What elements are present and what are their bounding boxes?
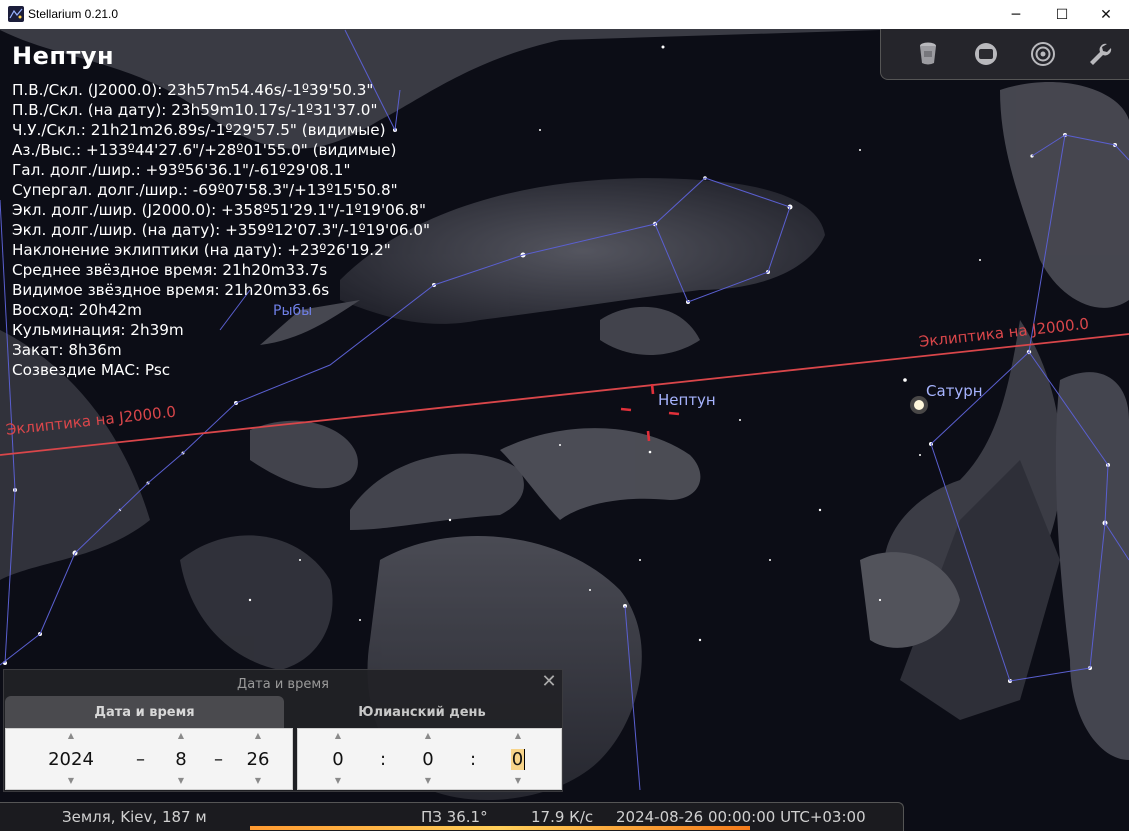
info-radec-date: П.В./Скл. (на дату): 23h59m10.17s/-1º31'… bbox=[12, 101, 378, 119]
tab-julian-day[interactable]: Юлианский день bbox=[284, 696, 560, 728]
second-down-arrow-icon[interactable]: ▼ bbox=[498, 776, 538, 785]
month-up-arrow-icon[interactable]: ▲ bbox=[161, 731, 201, 740]
month-value: 8 bbox=[175, 749, 187, 770]
info-galactic: Гал. долг./шир.: +93º56'36.1"/-61º29'08.… bbox=[12, 161, 351, 179]
object-info-panel: Нептун П.В./Скл. (J2000.0): 23h57m54.46s… bbox=[12, 42, 430, 380]
time-fields: ▲ 0 ▼ : ▲ 0 ▼ : ▲ 0 ▼ bbox=[297, 728, 562, 790]
hour-up-arrow-icon[interactable]: ▲ bbox=[318, 731, 358, 740]
info-obliquity: Наклонение эклиптики (на дату): +23º26'1… bbox=[12, 241, 391, 259]
datetime-dialog-title: Дата и время bbox=[237, 677, 329, 692]
second-up-arrow-icon[interactable]: ▲ bbox=[498, 731, 538, 740]
second-value-text[interactable]: 0 bbox=[510, 749, 526, 770]
top-toolbar bbox=[880, 29, 1129, 80]
hour-spinner[interactable]: ▲ 0 ▼ bbox=[318, 729, 358, 789]
info-supergalactic: Супергал. долг./шир.: -69º07'58.3"/+13º1… bbox=[12, 181, 398, 199]
tab-date-time[interactable]: Дата и время bbox=[5, 696, 284, 728]
hour-value: 0 bbox=[332, 749, 344, 770]
date-separator: – bbox=[214, 749, 223, 770]
info-mean-sidereal: Среднее звёздное время: 21h20m33.7s bbox=[12, 261, 328, 279]
neptune-label[interactable]: Нептун bbox=[658, 391, 716, 409]
object-name: Нептун bbox=[12, 42, 115, 70]
month-down-arrow-icon[interactable]: ▼ bbox=[161, 776, 201, 785]
wrench-icon[interactable] bbox=[1085, 39, 1115, 69]
saturn-label[interactable]: Сатурн bbox=[926, 382, 983, 400]
day-spinner[interactable]: ▲ 26 ▼ bbox=[238, 729, 278, 789]
date-separator: – bbox=[136, 749, 145, 770]
year-down-arrow-icon[interactable]: ▼ bbox=[26, 776, 116, 785]
year-spinner[interactable]: ▲ 2024 ▼ bbox=[26, 729, 116, 789]
info-ecliptic-date: Экл. долг./шир. (на дату): +359º12'07.3"… bbox=[12, 221, 431, 239]
status-datetime[interactable]: 2024-08-26 00:00:00 UTC+03:00 bbox=[616, 808, 866, 826]
info-radec-j2000: П.В./Скл. (J2000.0): 23h57m54.46s/-1º39'… bbox=[12, 81, 374, 99]
info-azalt: Аз./Выс.: +133º44'27.6"/+28º01'55.0" (ви… bbox=[12, 141, 397, 159]
stellarium-app-icon bbox=[8, 6, 24, 22]
minute-spinner[interactable]: ▲ 0 ▼ bbox=[408, 729, 448, 789]
year-up-arrow-icon[interactable]: ▲ bbox=[26, 731, 116, 740]
info-constellation: Созвездие МАС: Psc bbox=[12, 361, 171, 379]
info-ecliptic-j2000: Экл. долг./шир. (J2000.0): +358º51'29.1"… bbox=[12, 201, 426, 219]
year-value: 2024 bbox=[48, 749, 94, 770]
status-location[interactable]: Земля, Kiev, 187 м bbox=[62, 808, 207, 826]
minute-down-arrow-icon[interactable]: ▼ bbox=[408, 776, 448, 785]
day-up-arrow-icon[interactable]: ▲ bbox=[238, 731, 278, 740]
telescope-icon[interactable] bbox=[913, 39, 943, 69]
time-separator: : bbox=[380, 749, 387, 770]
window-titlebar: Stellarium 0.21.0 ─ ☐ ✕ bbox=[0, 0, 1129, 29]
screen-icon[interactable] bbox=[971, 39, 1001, 69]
second-value: 0 bbox=[498, 749, 538, 770]
datetime-dialog: Дата и время ✕ Дата и время Юлианский де… bbox=[3, 669, 563, 792]
target-icon[interactable] bbox=[1028, 39, 1058, 69]
date-fields: ▲ 2024 ▼ – ▲ 8 ▼ – ▲ 26 ▼ bbox=[5, 728, 293, 790]
status-fov: ПЗ 36.1° bbox=[421, 808, 488, 826]
minimize-button[interactable]: ─ bbox=[993, 0, 1039, 29]
dialog-close-button[interactable]: ✕ bbox=[540, 673, 558, 691]
minute-up-arrow-icon[interactable]: ▲ bbox=[408, 731, 448, 740]
info-rise: Восход: 20h42m bbox=[12, 301, 142, 319]
day-value: 26 bbox=[246, 749, 270, 770]
day-down-arrow-icon[interactable]: ▼ bbox=[238, 776, 278, 785]
info-hadec: Ч.У./Скл.: 21h21m26.89s/-1º29'57.5" (вид… bbox=[12, 121, 386, 139]
second-spinner[interactable]: ▲ 0 ▼ bbox=[498, 729, 538, 789]
month-spinner[interactable]: ▲ 8 ▼ bbox=[161, 729, 201, 789]
window-title: Stellarium 0.21.0 bbox=[28, 7, 119, 21]
info-transit: Кульминация: 2h39m bbox=[12, 321, 184, 339]
minute-value: 0 bbox=[422, 749, 434, 770]
status-fps: 17.9 К/с bbox=[531, 808, 594, 826]
info-set: Закат: 8h36m bbox=[12, 341, 122, 359]
time-separator: : bbox=[470, 749, 477, 770]
maximize-button[interactable]: ☐ bbox=[1039, 0, 1085, 29]
horizon-strip bbox=[250, 826, 750, 830]
info-apparent-sidereal: Видимое звёздное время: 21h20m33.6s bbox=[12, 281, 330, 299]
hour-down-arrow-icon[interactable]: ▼ bbox=[318, 776, 358, 785]
close-window-button[interactable]: ✕ bbox=[1083, 0, 1129, 29]
